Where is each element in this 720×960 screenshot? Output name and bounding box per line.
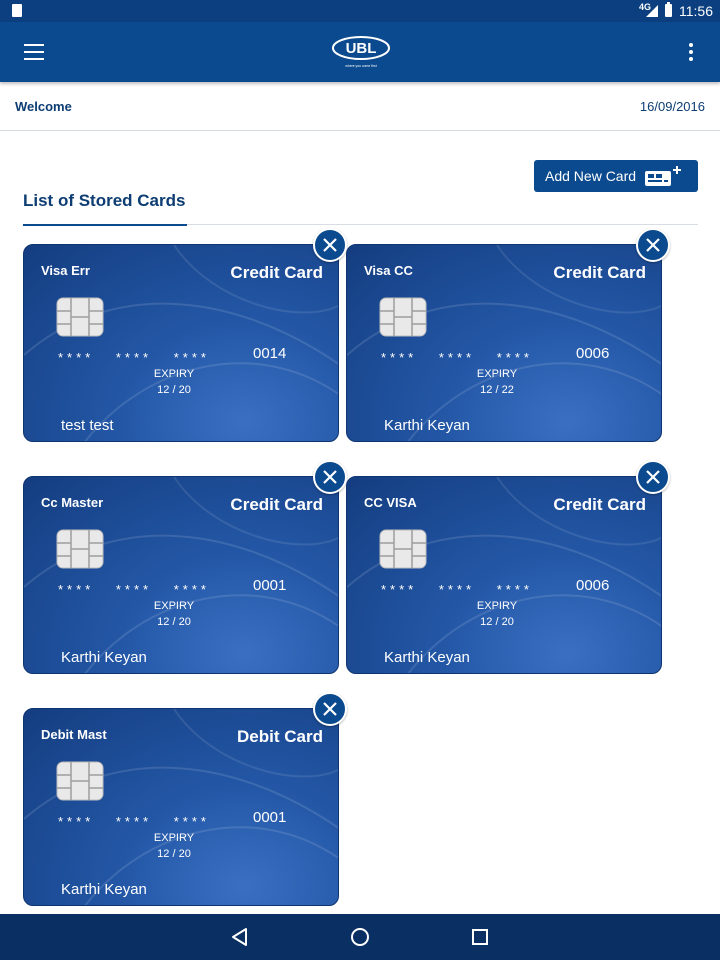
- ubl-logo: UBL where you come first: [332, 36, 390, 68]
- chip-icon: [379, 297, 427, 337]
- stored-card-2: Visa CC Credit Card **** **** **** 0006 …: [346, 228, 670, 442]
- remove-card-button[interactable]: [636, 460, 670, 494]
- close-icon: [323, 238, 337, 252]
- stored-card-4: CC VISA Credit Card **** **** **** 0006 …: [346, 460, 670, 674]
- card-last-four: 0014: [253, 345, 287, 362]
- expiry-label: EXPIRY: [153, 368, 195, 380]
- expiry-label: EXPIRY: [476, 368, 518, 380]
- close-icon: [646, 238, 660, 252]
- expiry-date: 12 / 20: [480, 616, 514, 628]
- expiry-label: EXPIRY: [153, 600, 195, 612]
- home-circle-icon[interactable]: [350, 927, 370, 947]
- card-plus-icon: [645, 166, 681, 186]
- card-face[interactable]: Visa CC Credit Card **** **** **** 0006 …: [346, 244, 662, 442]
- chip-icon: [379, 529, 427, 569]
- card-face[interactable]: CC VISA Credit Card **** **** **** 0006 …: [346, 476, 662, 674]
- card-holder-name: Karthi Keyan: [384, 649, 470, 666]
- card-face[interactable]: Cc Master Credit Card **** **** **** 000…: [23, 476, 339, 674]
- card-number-mask: **** **** ****: [381, 582, 533, 597]
- card-holder-name: Karthi Keyan: [61, 881, 147, 898]
- card-holder-name: Karthi Keyan: [61, 649, 147, 666]
- welcome-row: Welcome 16/09/2016: [0, 84, 720, 131]
- stored-card-5: Debit Mast Debit Card **** **** **** 000…: [23, 692, 347, 906]
- card-type: Debit Card: [237, 727, 323, 746]
- card-last-four: 0006: [576, 577, 610, 594]
- screen: 4G 11:56 UBL where you come first Welcom…: [0, 0, 720, 960]
- close-icon: [323, 702, 337, 716]
- card-last-four: 0001: [253, 577, 287, 594]
- close-icon: [646, 470, 660, 484]
- stored-card-1: Visa Err Credit Card **** **** **** 0014…: [23, 228, 347, 442]
- chip-icon: [56, 761, 104, 801]
- section-divider: [187, 224, 698, 225]
- recent-square-icon[interactable]: [471, 928, 489, 946]
- status-bar: 4G 11:56: [0, 0, 720, 22]
- svg-text:where you come first: where you come first: [345, 64, 376, 68]
- card-last-four: 0006: [576, 345, 610, 362]
- more-vert-icon[interactable]: [686, 43, 696, 63]
- remove-card-button[interactable]: [313, 460, 347, 494]
- chip-icon: [56, 297, 104, 337]
- remove-card-button[interactable]: [313, 228, 347, 262]
- expiry-date: 12 / 20: [157, 384, 191, 396]
- card-type: Credit Card: [230, 495, 323, 514]
- sd-card-icon: [12, 4, 22, 17]
- hamburger-menu-icon[interactable]: [24, 44, 44, 60]
- app-bar: UBL where you come first: [0, 22, 720, 82]
- signal-icon: [646, 5, 658, 17]
- card-nickname: Debit Mast: [41, 727, 107, 742]
- card-type: Credit Card: [553, 495, 646, 514]
- card-nickname: Visa Err: [41, 263, 90, 278]
- card-type: Credit Card: [230, 263, 323, 282]
- card-number-mask: **** **** ****: [58, 814, 210, 829]
- system-nav-bar: [0, 914, 720, 960]
- expiry-date: 12 / 22: [480, 384, 514, 396]
- add-new-card-label: Add New Card: [545, 168, 637, 184]
- section-title: List of Stored Cards: [23, 191, 186, 210]
- chip-icon: [56, 529, 104, 569]
- card-face[interactable]: Debit Mast Debit Card **** **** **** 000…: [23, 708, 339, 906]
- remove-card-button[interactable]: [313, 692, 347, 726]
- card-face[interactable]: Visa Err Credit Card **** **** **** 0014…: [23, 244, 339, 442]
- status-time: 11:56: [679, 3, 713, 19]
- expiry-date: 12 / 20: [157, 848, 191, 860]
- card-type: Credit Card: [553, 263, 646, 282]
- expiry-date: 12 / 20: [157, 616, 191, 628]
- card-number-mask: **** **** ****: [58, 582, 210, 597]
- expiry-label: EXPIRY: [153, 832, 195, 844]
- current-date: 16/09/2016: [639, 99, 705, 114]
- card-number-mask: **** **** ****: [58, 350, 210, 365]
- welcome-label: Welcome: [15, 99, 72, 114]
- add-new-card-button[interactable]: Add New Card: [534, 160, 698, 192]
- close-icon: [323, 470, 337, 484]
- card-nickname: Cc Master: [41, 495, 104, 510]
- stored-card-3: Cc Master Credit Card **** **** **** 000…: [23, 460, 347, 674]
- expiry-label: EXPIRY: [476, 600, 518, 612]
- back-triangle-icon[interactable]: [230, 927, 250, 947]
- battery-icon: [665, 2, 672, 17]
- card-number-mask: **** **** ****: [381, 350, 533, 365]
- section-title-underline: [23, 224, 187, 226]
- remove-card-button[interactable]: [636, 228, 670, 262]
- card-last-four: 0001: [253, 809, 287, 826]
- svg-text:UBL: UBL: [346, 40, 377, 57]
- card-nickname: CC VISA: [364, 495, 417, 510]
- card-holder-name: Karthi Keyan: [384, 417, 470, 434]
- card-nickname: Visa CC: [364, 263, 413, 278]
- card-holder-name: test test: [61, 417, 114, 434]
